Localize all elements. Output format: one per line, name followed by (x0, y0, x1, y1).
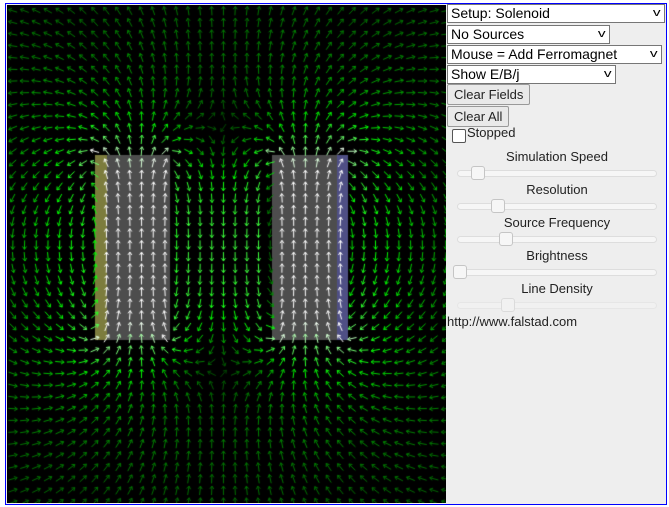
control-panel: Setup: Solenoid v No Sources v Mouse = Add… (447, 4, 667, 502)
slider-knob (500, 298, 515, 312)
chevron-down-icon: v (652, 7, 661, 19)
line-density-label: Line Density (521, 281, 593, 296)
clear-fields-button[interactable]: Clear Fields (447, 84, 531, 105)
stopped-label: Stopped (467, 125, 516, 140)
mouse-select-value: Mouse = Add Ferromagnet (451, 46, 618, 62)
source-frequency-label: Source Frequency (503, 215, 611, 230)
show-select[interactable]: Show E/B/j v (447, 65, 616, 84)
stopped-checkbox[interactable] (452, 129, 466, 143)
source-frequency-slider[interactable] (457, 232, 657, 246)
brightness-label: Brightness (526, 248, 588, 263)
falstad-url[interactable]: http://www.falstad.com (447, 314, 577, 329)
clear-all-button[interactable]: Clear All (447, 106, 510, 127)
chevron-down-icon: v (649, 48, 658, 60)
slider-knob[interactable] (498, 232, 513, 246)
slider-knob[interactable] (490, 199, 505, 213)
setup-select[interactable]: Setup: Solenoid v (447, 4, 665, 23)
chevron-down-icon: v (597, 28, 606, 40)
source-select-value: No Sources (451, 26, 525, 42)
resolution-label: Resolution (526, 182, 588, 197)
simulation-speed-label: Simulation Speed (506, 149, 608, 164)
slider-knob[interactable] (452, 265, 467, 279)
brightness-slider[interactable] (452, 265, 657, 279)
source-select[interactable]: No Sources v (447, 25, 610, 44)
simulation-speed-slider[interactable] (457, 166, 657, 180)
field-canvas[interactable] (7, 5, 446, 503)
mouse-mode-select[interactable]: Mouse = Add Ferromagnet v (447, 45, 662, 64)
slider-knob[interactable] (470, 166, 485, 180)
line-density-slider (457, 298, 657, 312)
setup-select-value: Setup: Solenoid (451, 5, 550, 21)
chevron-down-icon: v (603, 68, 612, 80)
resolution-slider[interactable] (457, 199, 657, 213)
show-select-value: Show E/B/j (451, 66, 520, 82)
